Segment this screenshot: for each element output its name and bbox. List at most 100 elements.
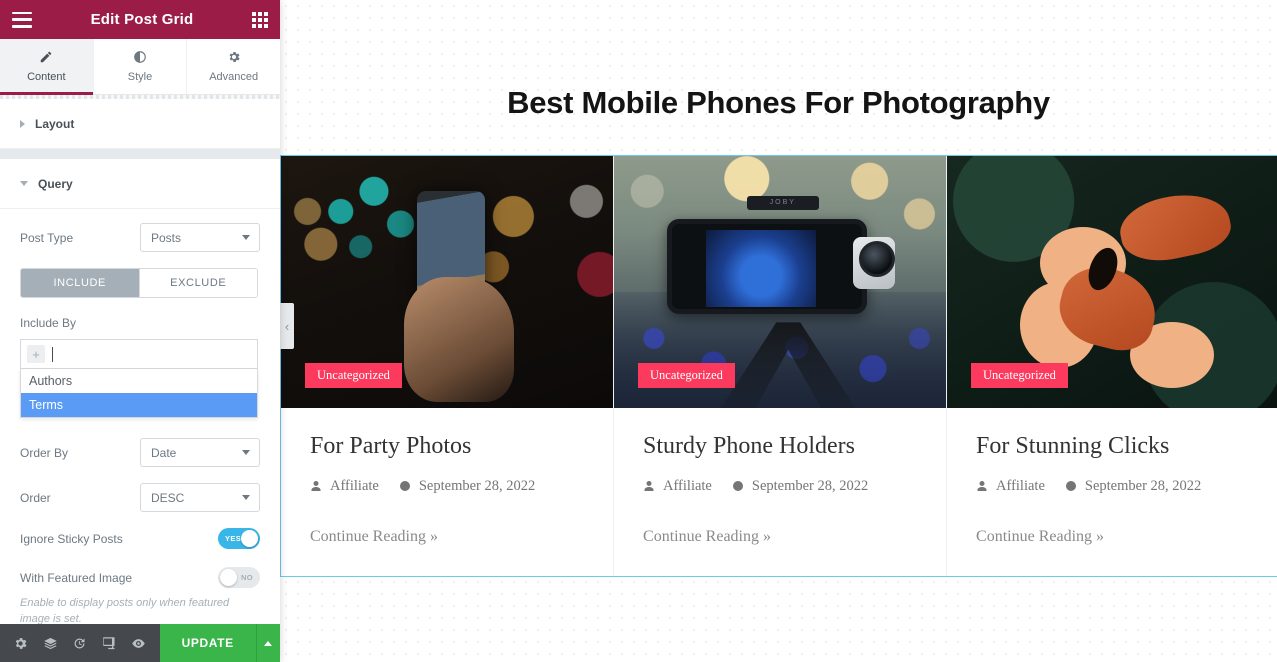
user-icon [977, 481, 987, 492]
post-author: Affiliate [310, 478, 379, 495]
panel-footer: UPDATE [0, 624, 280, 662]
post-author-name: Affiliate [663, 477, 712, 494]
history-clock-icon[interactable] [65, 624, 95, 662]
include-by-dropdown: Authors Terms [20, 369, 258, 418]
responsive-mode-icon[interactable] [95, 624, 125, 662]
panel-controls-scroll[interactable]: Layout Query Post Type Posts INCLUDE EXC… [0, 95, 280, 624]
post-card-body: For Stunning Clicks Affiliate September … [947, 408, 1277, 576]
section-label-layout: Layout [35, 116, 75, 131]
post-date-value: September 28, 2022 [1084, 477, 1202, 494]
continue-reading-link[interactable]: Continue Reading » [310, 528, 438, 546]
chevron-down-icon [20, 181, 28, 186]
control-post-type: Post Type Posts [20, 223, 260, 252]
navigator-layers-icon[interactable] [36, 624, 66, 662]
control-order: Order DESC [20, 483, 260, 512]
category-badge[interactable]: Uncategorized [971, 363, 1068, 388]
section-header-query[interactable]: Query [0, 159, 280, 209]
order-by-select[interactable]: Date [140, 438, 260, 467]
include-by-label: Include By [20, 316, 77, 330]
continue-reading-link[interactable]: Continue Reading » [643, 528, 771, 546]
category-badge[interactable]: Uncategorized [305, 363, 402, 388]
tab-advanced[interactable]: Advanced [187, 39, 280, 94]
control-ignore-sticky: Ignore Sticky Posts YES [20, 528, 260, 549]
post-card[interactable]: Uncategorized For Stunning Clicks Affili… [947, 156, 1277, 576]
section-header-layout[interactable]: Layout [0, 99, 280, 149]
post-card-body: For Party Photos Affiliate September 28,… [281, 408, 613, 576]
include-by-control: + Authors Terms [20, 339, 260, 418]
update-options-caret[interactable] [255, 624, 280, 662]
post-author: Affiliate [643, 478, 712, 495]
include-option[interactable]: INCLUDE [21, 269, 139, 297]
post-date-value: September 28, 2022 [418, 477, 536, 494]
preview-eye-icon[interactable] [124, 624, 154, 662]
canvas-content: Best Mobile Phones For Photography Uncat… [280, 85, 1277, 577]
ignore-sticky-label: Ignore Sticky Posts [20, 531, 123, 546]
tab-style[interactable]: Style [94, 39, 188, 94]
update-button[interactable]: UPDATE [159, 624, 256, 662]
control-order-by: Order By Date [20, 438, 260, 467]
tab-advanced-label: Advanced [209, 71, 259, 83]
text-cursor [52, 346, 53, 362]
contrast-circle-icon [134, 51, 146, 63]
include-exclude-toggle-group: INCLUDE EXCLUDE [20, 268, 258, 298]
preview-canvas: Best Mobile Phones For Photography Uncat… [280, 0, 1277, 662]
chevron-down-icon [242, 495, 250, 500]
order-select[interactable]: DESC [140, 483, 260, 512]
page-title: Edit Post Grid [90, 11, 194, 28]
post-meta: Affiliate September 28, 2022 [976, 478, 1251, 495]
post-card-body: Sturdy Phone Holders Affiliate September… [614, 408, 946, 576]
with-featured-toggle[interactable]: NO [218, 567, 260, 588]
post-thumbnail[interactable]: JOBY Uncategorized [614, 156, 947, 408]
exclude-option[interactable]: EXCLUDE [138, 269, 257, 297]
chevron-down-icon [242, 450, 250, 455]
category-badge[interactable]: Uncategorized [638, 363, 735, 388]
toggle-knob [220, 569, 237, 586]
clock-icon [399, 481, 410, 492]
post-grid-widget[interactable]: Uncategorized For Party Photos Affiliate… [280, 155, 1277, 577]
with-featured-state: NO [240, 573, 253, 582]
plus-icon[interactable]: + [27, 345, 45, 363]
user-icon [311, 481, 321, 492]
panel-collapse-handle[interactable]: ‹ [280, 303, 294, 349]
section-label-query: Query [38, 176, 73, 191]
clock-icon [1065, 481, 1076, 492]
editor-panel: Edit Post Grid Content Style Advanced La… [0, 0, 280, 662]
post-title[interactable]: Sturdy Phone Holders [643, 432, 917, 461]
post-card[interactable]: JOBY Uncategorized Sturdy Phone Holders … [614, 156, 948, 576]
post-date: September 28, 2022 [399, 478, 535, 495]
include-by-input[interactable]: + [20, 339, 258, 369]
continue-reading-link[interactable]: Continue Reading » [976, 528, 1104, 546]
query-controls: Post Type Posts INCLUDE EXCLUDE Include … [0, 209, 280, 624]
post-card[interactable]: Uncategorized For Party Photos Affiliate… [281, 156, 615, 576]
post-title[interactable]: For Stunning Clicks [976, 432, 1251, 461]
tab-style-label: Style [127, 71, 153, 83]
dropdown-option-terms[interactable]: Terms [21, 393, 257, 417]
post-meta: Affiliate September 28, 2022 [310, 478, 584, 495]
dropdown-option-authors[interactable]: Authors [21, 369, 257, 393]
tab-content[interactable]: Content [0, 39, 94, 95]
order-by-label: Order By [20, 445, 69, 460]
post-thumbnail[interactable]: Uncategorized [947, 156, 1277, 408]
post-author-name: Affiliate [330, 477, 379, 494]
post-title[interactable]: For Party Photos [310, 432, 584, 461]
gear-icon [229, 52, 240, 62]
hamburger-icon[interactable] [12, 11, 32, 28]
post-author: Affiliate [976, 478, 1045, 495]
post-type-label: Post Type [20, 230, 74, 245]
post-thumbnail[interactable]: Uncategorized [281, 156, 614, 408]
post-meta: Affiliate September 28, 2022 [643, 478, 917, 495]
post-date-value: September 28, 2022 [751, 477, 869, 494]
section-heading: Best Mobile Phones For Photography [507, 85, 1050, 120]
ignore-sticky-toggle[interactable]: YES [218, 528, 260, 549]
user-icon [644, 481, 654, 492]
grid-apps-icon[interactable] [252, 11, 268, 28]
with-featured-label: With Featured Image [20, 570, 133, 585]
post-date: September 28, 2022 [732, 478, 868, 495]
caret-up-icon [264, 640, 273, 646]
post-date: September 28, 2022 [1065, 478, 1201, 495]
clock-icon [732, 481, 743, 492]
pencil-icon [41, 51, 52, 63]
post-type-select[interactable]: Posts [140, 223, 260, 252]
settings-gear-icon[interactable] [6, 624, 36, 662]
order-value: DESC [151, 490, 185, 505]
